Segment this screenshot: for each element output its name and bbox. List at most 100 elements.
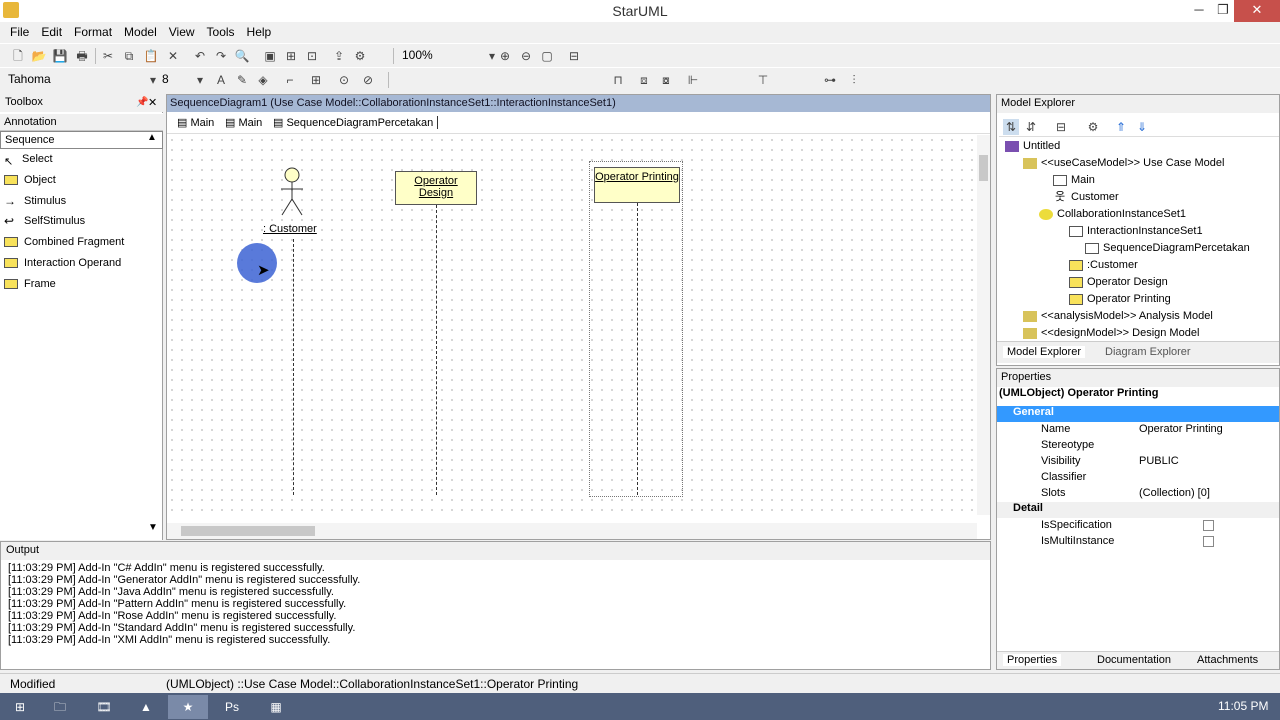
actor-icon[interactable] xyxy=(279,167,305,219)
export-icon[interactable]: ⇪ xyxy=(331,48,347,64)
toolbox-item-selfstimulus[interactable]: ↩ SelfStimulus xyxy=(4,212,159,232)
scroll-down-icon[interactable]: ▼ xyxy=(148,522,158,533)
new-icon[interactable]: 🗋 xyxy=(10,48,26,64)
size-dropdown-icon[interactable]: ▾ xyxy=(192,72,208,88)
font-dropdown-icon[interactable]: ▾ xyxy=(145,72,161,88)
save-icon[interactable]: 💾 xyxy=(52,48,68,64)
toolbox-category-annotation[interactable]: Annotation xyxy=(0,113,163,131)
start-icon[interactable]: ⊞ xyxy=(0,695,40,719)
move-down-icon[interactable]: ⇓ xyxy=(1134,119,1150,135)
tab-main-1[interactable]: ▤ Main xyxy=(177,116,214,129)
print-icon[interactable]: 🖶 xyxy=(74,48,90,64)
media-player-icon[interactable]: 🎞 xyxy=(84,695,124,719)
filter-icon[interactable]: ⊟ xyxy=(1053,119,1069,135)
font-select[interactable]: Tahoma xyxy=(8,72,156,88)
tree-node-operator-design[interactable]: Operator Design xyxy=(1069,275,1168,292)
zoom-fit-icon[interactable]: ⊡ xyxy=(304,48,320,64)
tree-node-analysis-model[interactable]: <<analysisModel>> Analysis Model xyxy=(1023,309,1213,326)
settings-icon[interactable]: ⚙ xyxy=(1085,119,1101,135)
stereotype-icon[interactable]: ⊞ xyxy=(308,72,324,88)
fit-icon[interactable]: ⊞ xyxy=(283,48,299,64)
line-color-icon[interactable]: ✎ xyxy=(234,72,250,88)
tab-model-explorer[interactable]: Model Explorer xyxy=(1003,346,1085,358)
menu-help[interactable]: Help xyxy=(241,22,278,39)
operator-printing-lifeline[interactable] xyxy=(637,203,638,495)
tree-node-customer-object[interactable]: :Customer xyxy=(1069,258,1138,275)
tree-node-untitled[interactable]: Untitled xyxy=(1005,139,1060,156)
toolbox-item-select[interactable]: ↖ Select xyxy=(4,150,159,170)
tab-diagram-explorer[interactable]: Diagram Explorer xyxy=(1105,346,1191,358)
diagram-canvas[interactable]: : Customer ➤ Operator Design Operator Pr… xyxy=(167,135,977,515)
toolbox-category-sequence[interactable]: Sequence xyxy=(0,131,163,149)
prop-classifier-row[interactable]: Classifier xyxy=(997,470,1279,486)
fill-color-icon[interactable]: ◈ xyxy=(255,72,271,88)
tab-sequence-diagram[interactable]: ▤ SequenceDiagramPercetakan xyxy=(273,116,439,129)
zoom-page-icon[interactable]: ▢ xyxy=(539,48,555,64)
align-top-icon[interactable]: ⊤ xyxy=(755,72,771,88)
open-icon[interactable]: 📂 xyxy=(31,48,47,64)
align-icon[interactable]: ⊓ xyxy=(610,72,626,88)
prop-value[interactable]: Operator Printing xyxy=(1139,422,1223,437)
toolbox-item-object[interactable]: Object xyxy=(4,171,159,191)
prop-value[interactable]: PUBLIC xyxy=(1139,454,1179,469)
menu-view[interactable]: View xyxy=(163,22,201,39)
tab-properties[interactable]: Properties xyxy=(1003,654,1062,666)
prop-name-row[interactable]: Name Operator Printing xyxy=(997,422,1279,438)
close-button[interactable]: ✕ xyxy=(1234,0,1280,22)
space-icon[interactable]: ⫶ xyxy=(846,72,862,88)
toolbox-item-interaction-operand[interactable]: Interaction Operand xyxy=(4,254,159,274)
object-operator-printing[interactable]: Operator Printing xyxy=(594,167,680,203)
menu-model[interactable]: Model xyxy=(118,22,163,39)
tree-node-operator-printing[interactable]: Operator Printing xyxy=(1069,292,1171,309)
move-up-icon[interactable]: ⇑ xyxy=(1113,119,1129,135)
tree-node-collaboration[interactable]: CollaborationInstanceSet1 xyxy=(1039,207,1186,224)
prop-isspecification-row[interactable]: IsSpecification xyxy=(997,518,1279,534)
tree-node-usecase-model[interactable]: <<useCaseModel>> Use Case Model xyxy=(1023,156,1224,173)
undo-icon[interactable]: ↶ xyxy=(192,48,208,64)
customer-lifeline[interactable] xyxy=(293,239,294,495)
tab-attachments[interactable]: Attachments xyxy=(1197,654,1258,666)
align-left-icon[interactable]: ⊩ xyxy=(685,72,701,88)
distribute-icon[interactable]: ⊶ xyxy=(822,72,838,88)
line-style-icon[interactable]: ⌐ xyxy=(282,72,298,88)
prop-value[interactable]: (Collection) [0] xyxy=(1139,486,1210,501)
ismultiinstance-checkbox[interactable] xyxy=(1203,536,1214,547)
addin-icon[interactable]: ⚙ xyxy=(352,48,368,64)
tree-node-customer[interactable]: 웃 Customer xyxy=(1053,190,1119,207)
prop-stereotype-row[interactable]: Stereotype xyxy=(997,438,1279,454)
cut-icon[interactable]: ✂ xyxy=(100,48,116,64)
vertical-scrollbar[interactable] xyxy=(977,135,990,515)
customer-label[interactable]: : Customer xyxy=(263,223,317,235)
zoom-out-icon[interactable]: ⊖ xyxy=(518,48,534,64)
section-general[interactable]: General xyxy=(997,406,1279,422)
redo-icon[interactable]: ↷ xyxy=(213,48,229,64)
section-detail[interactable]: Detail xyxy=(997,502,1279,518)
isspecification-checkbox[interactable] xyxy=(1203,520,1214,531)
prop-ismultiinstance-row[interactable]: IsMultiInstance xyxy=(997,534,1279,550)
sort-icon[interactable]: ⇅ xyxy=(1003,119,1019,135)
staruml-taskbar-icon[interactable]: ★ xyxy=(168,695,208,719)
pin-icon[interactable]: 📌 xyxy=(136,97,148,108)
suppress-icon[interactable]: ⊙ xyxy=(336,72,352,88)
menu-edit[interactable]: Edit xyxy=(35,22,68,39)
select-all-icon[interactable]: ▣ xyxy=(262,48,278,64)
toolbox-item-stimulus[interactable]: → Stimulus xyxy=(4,192,159,212)
bring-front-icon[interactable]: ⧈ xyxy=(636,72,652,88)
menu-tools[interactable]: Tools xyxy=(201,22,241,39)
prop-visibility-row[interactable]: Visibility PUBLIC xyxy=(997,454,1279,470)
menu-file[interactable]: File xyxy=(0,22,35,39)
show-ops-icon[interactable]: ⊘ xyxy=(360,72,376,88)
find-icon[interactable]: 🔍 xyxy=(234,48,250,64)
operator-design-lifeline[interactable] xyxy=(436,205,437,495)
tree-node-sequence-diagram[interactable]: SequenceDiagramPercetakan xyxy=(1085,241,1250,258)
sort-alt-icon[interactable]: ⇵ xyxy=(1023,119,1039,135)
zoom-in-icon[interactable]: ⊕ xyxy=(497,48,513,64)
send-back-icon[interactable]: ⧇ xyxy=(658,72,674,88)
toolbox-item-frame[interactable]: Frame xyxy=(4,275,159,295)
app-icon[interactable]: ▦ xyxy=(256,695,296,719)
menu-format[interactable]: Format xyxy=(68,22,118,39)
tab-main-2[interactable]: ▤ Main xyxy=(225,116,262,129)
tree-node-interaction[interactable]: InteractionInstanceSet1 xyxy=(1069,224,1203,241)
font-color-icon[interactable]: A xyxy=(213,72,229,88)
toolbox-close-icon[interactable]: ✕ xyxy=(148,96,157,109)
